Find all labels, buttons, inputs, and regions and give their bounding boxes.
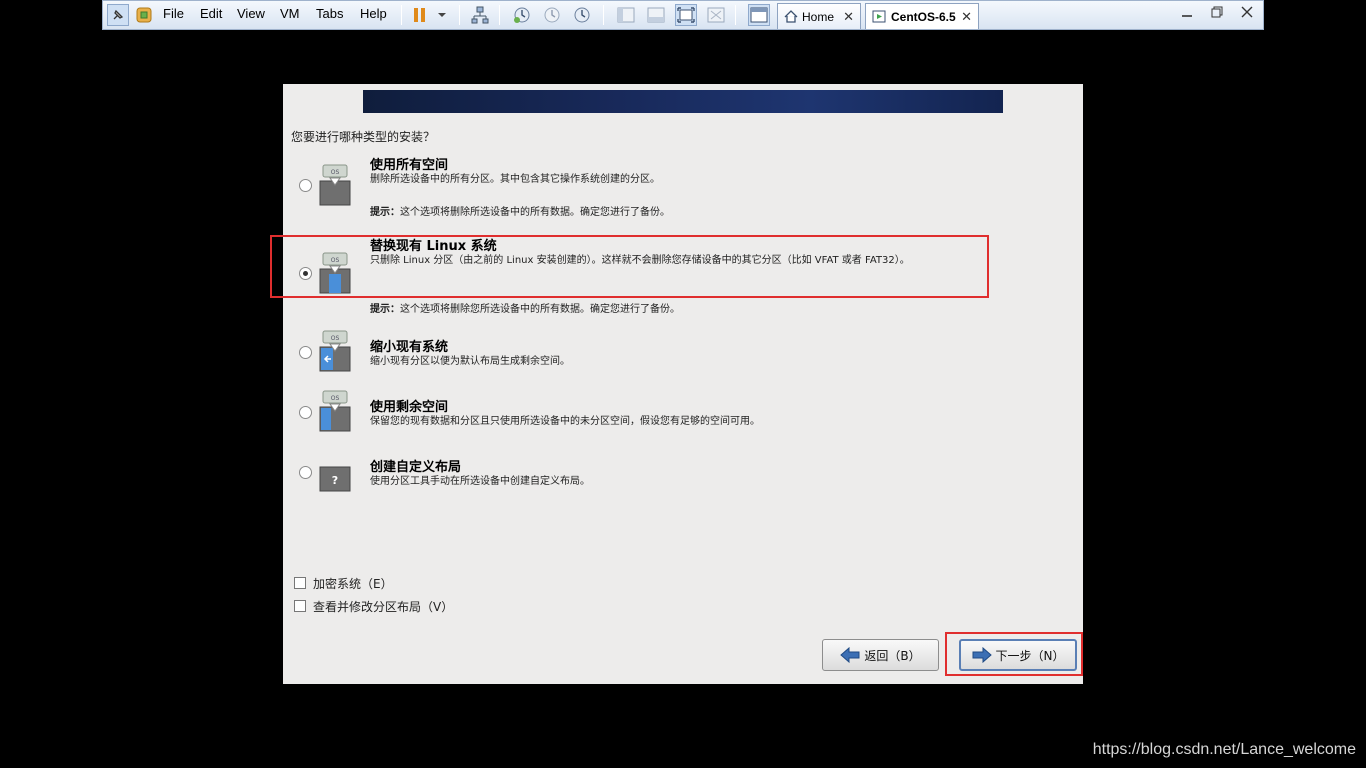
- option-hint: 提示：这个选项将删除所选设备中的所有数据。确定您进行了备份。: [370, 203, 670, 218]
- menu-vm[interactable]: VM: [280, 6, 300, 21]
- installer-banner: [363, 90, 1003, 113]
- network-icon[interactable]: [469, 4, 491, 26]
- hint-label: 提示：: [370, 304, 400, 315]
- option-title: 创建自定义布局: [370, 460, 462, 475]
- option-title: 使用剩余空间: [370, 400, 449, 415]
- toolbar-separator: [603, 5, 604, 25]
- radio-use-all-space[interactable]: [299, 179, 312, 192]
- tab-home-label: Home: [802, 9, 835, 24]
- disk-os-shrink-icon: OS: [319, 330, 351, 372]
- review-layout-label[interactable]: 查看并修改分区布局（V）: [313, 598, 453, 615]
- pin-icon[interactable]: [107, 4, 129, 26]
- toolbar-separator: [401, 5, 402, 25]
- close-icon[interactable]: ✕: [961, 9, 972, 25]
- option-desc: 缩小现有分区以便为默认布局生成剩余空间。: [370, 356, 570, 367]
- back-button[interactable]: 返回（B）: [822, 639, 939, 671]
- svg-text:OS: OS: [331, 335, 340, 342]
- disk-os-free-icon: OS: [319, 390, 351, 432]
- restore-icon[interactable]: [1211, 6, 1223, 22]
- menu-tabs[interactable]: Tabs: [316, 6, 343, 21]
- arrow-right-icon: [972, 647, 992, 663]
- next-button[interactable]: 下一步（N）: [959, 639, 1077, 671]
- chevron-down-icon[interactable]: [431, 4, 453, 26]
- hint-text: 这个选项将删除所选设备中的所有数据。确定您进行了备份。: [400, 207, 670, 218]
- next-button-label: 下一步（N）: [995, 648, 1065, 663]
- vm-running-icon: [872, 10, 886, 23]
- snapshot-revert-icon[interactable]: [541, 4, 563, 26]
- option-title: 缩小现有系统: [370, 340, 449, 355]
- back-button-label: 返回（B）: [864, 648, 921, 663]
- window-close-icon[interactable]: [1241, 6, 1253, 22]
- menu-file[interactable]: File: [163, 6, 184, 21]
- encrypt-system-label[interactable]: 加密系统（E）: [313, 575, 393, 592]
- menu-edit[interactable]: Edit: [200, 6, 222, 21]
- minimize-icon[interactable]: [1181, 6, 1193, 22]
- installer-window: 您要进行哪种类型的安装？ OS 使用所有空间 删除所选设备中的所有分区。其中包含…: [283, 84, 1083, 684]
- tab-home[interactable]: Home ✕: [777, 3, 861, 29]
- radio-custom-layout[interactable]: [299, 466, 312, 479]
- svg-text:OS: OS: [331, 395, 340, 402]
- pause-icon[interactable]: [409, 4, 431, 26]
- snapshot-take-icon[interactable]: [511, 4, 533, 26]
- close-icon[interactable]: ✕: [843, 9, 854, 25]
- toolbar-separator: [459, 5, 460, 25]
- tab-centos-label: CentOS-6.5: [891, 9, 956, 24]
- encrypt-system-checkbox[interactable]: [294, 577, 306, 589]
- tab-centos[interactable]: CentOS-6.5 ✕: [865, 3, 979, 29]
- toolbar-separator: [499, 5, 500, 25]
- hint-text: 这个选项将删除您所选设备中的所有数据。确定您进行了备份。: [400, 304, 680, 315]
- option-desc: 删除所选设备中的所有分区。其中包含其它操作系统创建的分区。: [370, 174, 660, 185]
- radio-shrink-system[interactable]: [299, 346, 312, 359]
- option-desc: 保留您的现有数据和分区且只使用所选设备中的未分区空间，假设您有足够的空间可用。: [370, 416, 760, 427]
- option-desc: 只删除 Linux 分区（由之前的 Linux 安装创建的）。这样就不会删除您存…: [370, 255, 910, 266]
- home-icon: [784, 10, 798, 23]
- option-title: 替换现有 Linux 系统: [370, 239, 497, 254]
- vmware-toolbar: File Edit View VM Tabs Help Home ✕ CentO…: [102, 0, 1264, 30]
- review-layout-checkbox[interactable]: [294, 600, 306, 612]
- svg-text:OS: OS: [331, 169, 340, 176]
- library-icon[interactable]: [748, 4, 770, 26]
- snapshot-manager-icon[interactable]: [571, 4, 593, 26]
- unity-icon[interactable]: [705, 4, 727, 26]
- hint-label: 提示：: [370, 207, 400, 218]
- option-desc: 使用分区工具手动在所选设备中创建自定义布局。: [370, 476, 590, 487]
- svg-text:?: ?: [332, 474, 338, 487]
- disk-custom-icon: ?: [319, 466, 351, 492]
- vm-power-icon[interactable]: [133, 4, 155, 26]
- svg-text:OS: OS: [331, 257, 340, 264]
- radio-replace-linux[interactable]: [299, 267, 312, 280]
- sidebar-toggle-icon[interactable]: [615, 4, 637, 26]
- full-screen-icon[interactable]: [675, 4, 697, 26]
- arrow-left-icon: [840, 647, 860, 663]
- disk-os-replace-icon: OS: [319, 252, 351, 294]
- radio-use-free-space[interactable]: [299, 406, 312, 419]
- option-title: 使用所有空间: [370, 158, 449, 173]
- watermark-text: https://blog.csdn.net/Lance_welcome: [1092, 741, 1356, 758]
- menu-view[interactable]: View: [237, 6, 265, 21]
- disk-os-erase-icon: OS: [319, 164, 351, 206]
- option-hint: 提示：这个选项将删除您所选设备中的所有数据。确定您进行了备份。: [370, 300, 680, 315]
- menu-help[interactable]: Help: [360, 6, 387, 21]
- thumbnail-bar-icon[interactable]: [645, 4, 667, 26]
- install-type-question: 您要进行哪种类型的安装？: [291, 130, 436, 144]
- toolbar-separator: [735, 5, 736, 25]
